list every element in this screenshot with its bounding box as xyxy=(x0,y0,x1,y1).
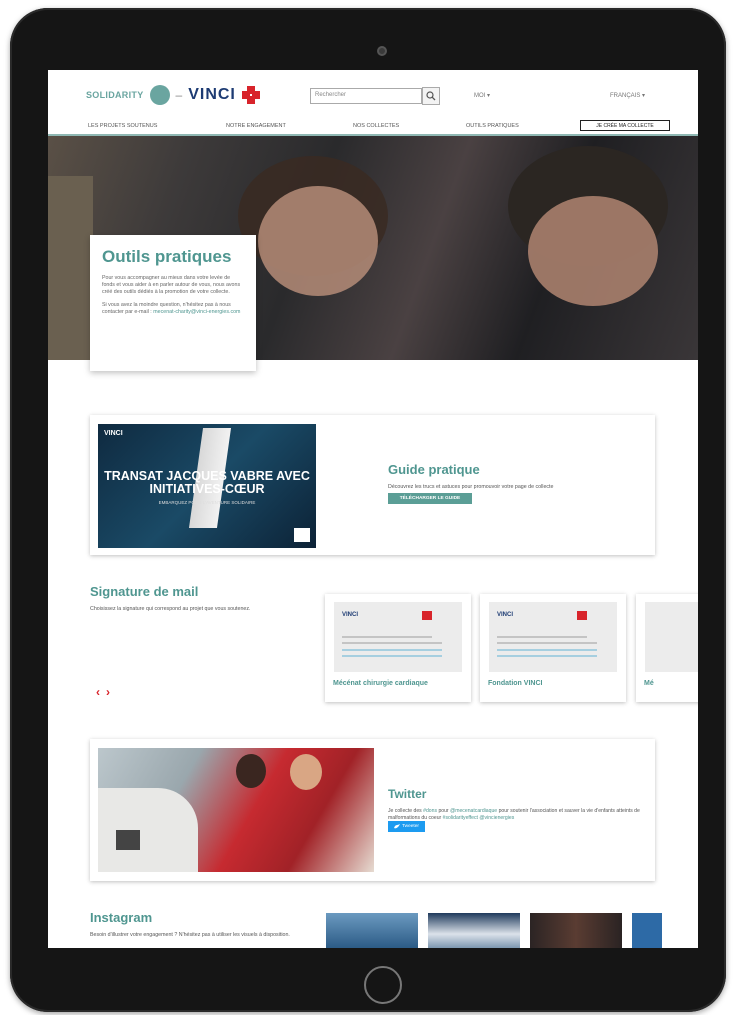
user-menu[interactable]: MOI ▾ xyxy=(474,92,490,99)
instagram-image[interactable] xyxy=(632,913,662,948)
twitter-bird-icon xyxy=(393,824,400,829)
logo-separator: – xyxy=(175,88,183,102)
logo-solidarity-text: SOLIDARITY xyxy=(86,90,144,100)
tweet-text: pour xyxy=(438,808,449,814)
twitter-title: Twitter xyxy=(388,787,427,801)
hero-contact: Si vous avez la moindre question, n'hési… xyxy=(102,302,244,316)
boat-shape xyxy=(98,788,198,872)
instagram-description: Besoin d'illustrer votre engagement ? N'… xyxy=(90,932,290,938)
tweet-button-label: Tweeter xyxy=(401,824,420,829)
signature-card[interactable]: Mé xyxy=(636,594,698,702)
signature-line xyxy=(342,655,442,657)
hashtag-links[interactable]: #solidarityeffect @vincienergies xyxy=(443,815,515,821)
instagram-title: Instagram xyxy=(90,910,153,925)
photo-figure xyxy=(236,754,266,788)
logo-vinci-text: VINCI xyxy=(188,86,236,103)
download-guide-button[interactable]: TÉLÉCHARGER LE GUIDE xyxy=(388,493,472,504)
signature-line xyxy=(497,649,597,651)
hashtag-dons[interactable]: #dons xyxy=(423,808,437,814)
heart-logo-icon xyxy=(422,611,432,620)
vinci-logo-icon: VINCI xyxy=(497,612,514,618)
page-title: Outils pratiques xyxy=(102,247,232,266)
signature-line xyxy=(342,649,442,651)
signature-card[interactable]: VINCI Mécénat chirurgie cardiaque xyxy=(325,594,471,702)
signature-card-title: Mécénat chirurgie cardiaque xyxy=(333,680,428,687)
guide-title: Guide pratique xyxy=(388,462,480,477)
nav-projets[interactable]: LES PROJETS SOUTENUS xyxy=(88,123,157,129)
heart-logo-icon xyxy=(577,611,587,620)
language-select[interactable]: FRANÇAIS ▾ xyxy=(610,92,645,99)
signature-line xyxy=(497,642,597,644)
signature-card-title: Fondation VINCI xyxy=(488,680,543,687)
carousel-arrows: ‹› xyxy=(96,685,116,699)
signature-preview xyxy=(645,602,698,672)
signature-line xyxy=(342,642,442,644)
signature-description: Choisissez la signature qui correspond a… xyxy=(90,606,251,612)
signature-card-title: Mé xyxy=(644,680,654,687)
boat-screen-shape xyxy=(116,830,140,850)
photo-figure xyxy=(290,754,322,790)
create-collecte-button[interactable]: JE CRÉE MA COLLECTE xyxy=(580,120,670,131)
tweet-button[interactable]: Tweeter xyxy=(388,821,425,832)
site-logo[interactable]: SOLIDARITY – VINCI xyxy=(86,82,260,108)
hero-intro-card: Outils pratiques Pour vous accompagner a… xyxy=(90,235,256,371)
hero-photo-part xyxy=(528,196,658,306)
twitter-photo xyxy=(98,748,374,872)
logo-solidarity-mark xyxy=(149,85,170,105)
mention-link[interactable]: @mecenatcardiaque xyxy=(450,808,497,814)
search-input[interactable]: Rechercher xyxy=(310,88,422,104)
guide-image-brand: VINCI xyxy=(104,430,123,437)
instagram-image[interactable] xyxy=(428,913,520,948)
site-header: SOLIDARITY – VINCI Rechercher MOI ▾ FRAN… xyxy=(48,70,698,136)
hero-paragraph: Pour vous accompagner au mieux dans votr… xyxy=(102,275,241,295)
chevron-left-icon[interactable]: ‹ xyxy=(96,685,106,699)
home-button[interactable] xyxy=(364,966,402,1004)
browser-viewport: SOLIDARITY – VINCI Rechercher MOI ▾ FRAN… xyxy=(48,70,698,948)
guide-card: VINCI TRANSAT JACQUES VABRE AVEC INITIAT… xyxy=(90,415,655,555)
guide-image-subtitle: EMBARQUEZ POUR L'AVENTURE SOLIDAIRE xyxy=(158,500,256,505)
twitter-message: Je collecte des #dons pour @mecenatcardi… xyxy=(388,808,648,822)
signature-card[interactable]: VINCI Fondation VINCI xyxy=(480,594,626,702)
vinci-logo-icon: VINCI xyxy=(342,612,359,618)
instagram-image[interactable] xyxy=(326,913,418,948)
hero-photo-part xyxy=(48,176,93,360)
instagram-image[interactable] xyxy=(530,913,622,948)
signature-line xyxy=(497,636,587,638)
nav-outils[interactable]: OUTILS PRATIQUES xyxy=(466,123,519,129)
nav-collectes[interactable]: NOS COLLECTES xyxy=(353,123,399,129)
vinci-mark-icon xyxy=(241,86,260,104)
signature-preview: VINCI xyxy=(334,602,462,672)
contact-email-link[interactable]: mecenat-charity@vinci-energies.com xyxy=(153,309,240,315)
twitter-card: Twitter Je collecte des #dons pour @mece… xyxy=(90,739,655,881)
nav-engagement[interactable]: NOTRE ENGAGEMENT xyxy=(226,123,286,129)
signature-line xyxy=(497,655,597,657)
camera-icon xyxy=(377,46,387,56)
guide-description: Découvrez les trucs et astuces pour prom… xyxy=(388,484,554,490)
hero-photo-part xyxy=(258,186,378,296)
signature-line xyxy=(342,636,432,638)
search-icon[interactable] xyxy=(422,87,440,105)
signature-preview: VINCI xyxy=(489,602,617,672)
heart-logo-icon xyxy=(294,528,310,542)
signature-title: Signature de mail xyxy=(90,584,199,599)
chevron-right-icon[interactable]: › xyxy=(106,685,116,699)
tweet-text: Je collecte des xyxy=(388,808,422,814)
guide-image-title: TRANSAT JACQUES VABRE AVEC INITIATIVES-C… xyxy=(104,469,310,496)
guide-cover-image: VINCI TRANSAT JACQUES VABRE AVEC INITIAT… xyxy=(98,424,316,548)
